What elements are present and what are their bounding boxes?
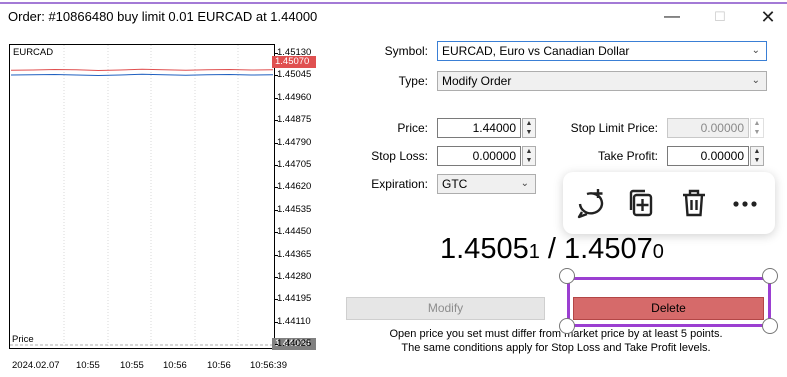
take-profit-input[interactable]: 0.00000 — [667, 146, 749, 166]
note-line-1: Open price you set must differ from mark… — [389, 328, 723, 340]
y-tick-mark — [275, 120, 278, 122]
y-tick-label: 1.44790 — [277, 136, 312, 148]
y-tick-mark — [275, 344, 278, 346]
window-title: Order: #10866480 buy limit 0.01 EURCAD a… — [8, 9, 318, 24]
ask-price-small: 0 — [652, 241, 664, 263]
y-tick-label: 1.44620 — [277, 181, 312, 193]
window-top-border — [0, 2, 787, 4]
take-profit-stepper[interactable]: ▲ ▼ — [750, 146, 764, 166]
stop-limit-label: Stop Limit Price: — [570, 121, 658, 135]
symbol-label: Symbol: — [384, 44, 428, 58]
stop-loss-label: Stop Loss: — [371, 149, 428, 163]
maximize-icon[interactable]: ☐ — [705, 6, 735, 28]
x-tick-label: 10:55 — [120, 360, 144, 371]
y-tick-mark — [275, 165, 278, 166]
context-toolbar — [563, 172, 775, 234]
modify-button[interactable]: Modify — [346, 297, 545, 320]
expiration-label: Expiration: — [371, 177, 428, 191]
y-tick-label: 1.44960 — [277, 91, 312, 103]
price-stepper[interactable]: ▲ ▼ — [522, 118, 536, 138]
bid-price-line — [10, 73, 274, 77]
x-tick-label: 2024.02.07 — [12, 360, 60, 371]
quote-separator: / — [539, 233, 564, 265]
y-tick-mark — [275, 254, 278, 256]
x-tick-label: 10:56 — [207, 360, 231, 371]
y-tick-label: 1.44705 — [277, 159, 312, 170]
y-tick-mark — [275, 53, 278, 54]
resize-handle-bottom-left[interactable] — [559, 318, 575, 334]
chart-symbol-label: EURCAD — [13, 47, 54, 58]
y-tick-label: 1.45045 — [277, 69, 312, 81]
y-tick-mark — [275, 75, 278, 77]
stop-loss-input[interactable]: 0.00000 — [437, 146, 521, 166]
resize-handle-top-right[interactable] — [762, 268, 778, 284]
x-tick-label: 10:56 — [163, 360, 187, 371]
y-tick-mark — [275, 299, 278, 301]
take-profit-label: Take Profit: — [597, 149, 658, 163]
y-tick-mark — [275, 277, 278, 278]
stop-limit-stepper[interactable]: ▲ ▼ — [750, 118, 764, 138]
y-tick-label: 1.44280 — [277, 271, 312, 282]
y-tick-mark — [275, 232, 278, 234]
resize-handle-top-left[interactable] — [559, 268, 575, 284]
price-chart[interactable]: EURCAD Price — [9, 44, 317, 349]
chevron-down-icon: ⌄ — [520, 178, 529, 189]
minimize-icon[interactable]: — — [657, 6, 687, 28]
price-label: Price: — [397, 121, 428, 135]
ask-price: 1.4507 — [564, 233, 653, 265]
bid-ask-quote: 1.45051 / 1.45070 — [440, 233, 664, 266]
stop-limit-input[interactable]: 0.00000 — [667, 118, 749, 138]
y-tick-mark — [275, 97, 278, 99]
price-input[interactable]: 1.44000 — [437, 118, 521, 138]
y-tick-mark — [275, 142, 278, 144]
symbol-value: EURCAD, Euro vs Canadian Dollar — [442, 44, 630, 58]
note-line-2: The same conditions apply for Stop Loss … — [401, 342, 711, 354]
expiration-select[interactable]: GTC ⌄ — [437, 174, 536, 194]
y-tick-label: 1.44110 — [277, 315, 311, 327]
y-tick-label: 1.44875 — [277, 114, 312, 126]
y-tick-label: 1.44195 — [277, 293, 312, 305]
y-tick-label: 1.44535 — [277, 203, 312, 215]
x-tick-label: 10:55 — [76, 360, 100, 371]
x-tick-label: 10:56:39 — [250, 360, 287, 371]
stop-loss-stepper[interactable]: ▲ ▼ — [522, 146, 536, 166]
expiration-value: GTC — [442, 177, 468, 191]
chart-plot-area[interactable]: EURCAD Price — [9, 44, 275, 349]
type-label: Type: — [398, 74, 428, 88]
y-tick-mark — [275, 187, 278, 189]
chevron-down-icon: ⌄ — [751, 45, 760, 56]
type-value: Modify Order — [442, 74, 512, 88]
y-tick-label: 1.45130 — [277, 47, 312, 58]
y-tick-mark — [275, 321, 278, 323]
symbol-select[interactable]: EURCAD, Euro vs Canadian Dollar ⌄ — [437, 41, 767, 61]
close-icon[interactable]: ✕ — [753, 6, 783, 28]
bid-price-small: 1 — [528, 241, 540, 263]
chevron-down-icon: ⌄ — [751, 75, 760, 86]
y-tick-label: 1.44450 — [277, 226, 312, 238]
chart-price-label: Price — [12, 334, 34, 345]
type-select[interactable]: Modify Order ⌄ — [437, 71, 767, 91]
y-tick-mark — [275, 209, 278, 211]
y-tick-label: 1.44365 — [277, 248, 312, 260]
copy-icon[interactable] — [624, 186, 658, 220]
chart-svg — [10, 45, 274, 348]
comment-add-icon[interactable] — [574, 186, 608, 220]
delete-button[interactable]: Delete — [573, 297, 764, 320]
more-icon[interactable] — [728, 186, 762, 220]
bid-price: 1.4505 — [440, 233, 529, 265]
resize-handle-bottom-right[interactable] — [762, 318, 778, 334]
delete-icon[interactable] — [677, 186, 711, 220]
y-tick-label: 1.44025 — [277, 338, 312, 350]
ask-price-line — [10, 68, 274, 72]
